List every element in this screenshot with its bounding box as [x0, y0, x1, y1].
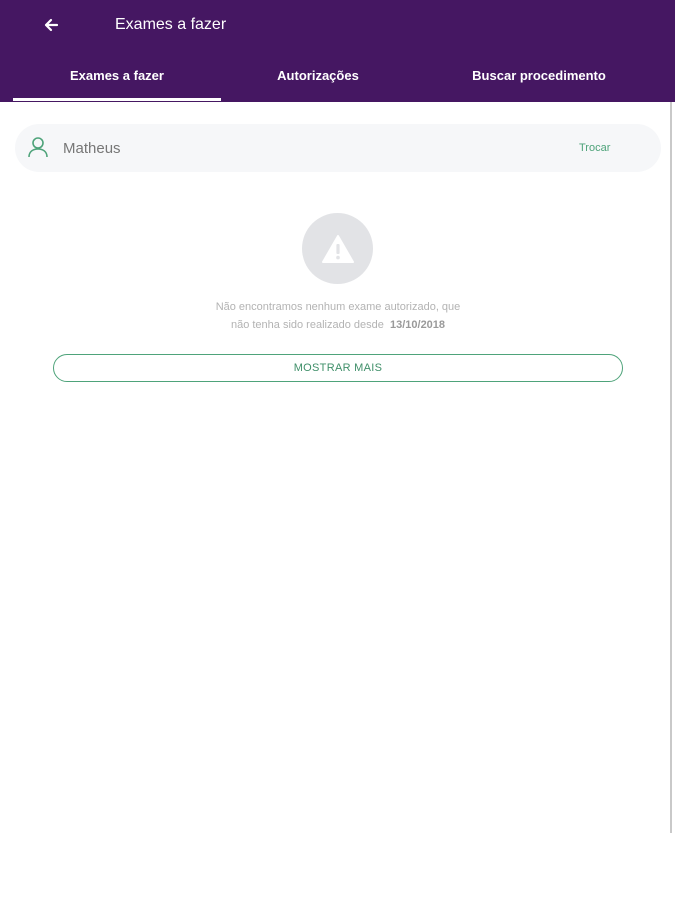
page-title: Exames a fazer: [115, 16, 227, 33]
tab-buscar-procedimento[interactable]: Buscar procedimento: [415, 66, 663, 86]
swap-member-button[interactable]: Trocar: [579, 140, 610, 156]
scrollbar[interactable]: [670, 102, 672, 833]
empty-state-line2-text: não tenha sido realizado desde: [230, 319, 384, 331]
empty-state-line2: não tenha sido realizado desde 13/10/201…: [150, 316, 526, 334]
person-icon: [28, 137, 48, 158]
back-button[interactable]: [34, 10, 68, 40]
empty-state-message: Não encontramos nenhum exame autorizado,…: [150, 298, 526, 334]
empty-state-line1: Não encontramos nenhum exame autorizado,…: [215, 301, 461, 313]
warning-triangle-icon: [321, 234, 354, 263]
tab-exames-a-fazer[interactable]: Exames a fazer: [13, 66, 221, 86]
tab-autorizacoes[interactable]: Autorizações: [221, 66, 415, 86]
show-more-button[interactable]: MOSTRAR MAIS: [53, 354, 623, 382]
empty-state-badge: [302, 213, 373, 284]
app-bar: Exames a fazer Exames a fazer Autorizaçõ…: [0, 0, 675, 102]
empty-state-date: 13/10/2018: [389, 319, 446, 331]
arrow-left-icon: [44, 18, 59, 32]
page: Exames a fazer Exames a fazer Autorizaçõ…: [0, 0, 675, 900]
active-tab-indicator: [13, 98, 221, 101]
member-name: Matheus: [63, 140, 121, 157]
